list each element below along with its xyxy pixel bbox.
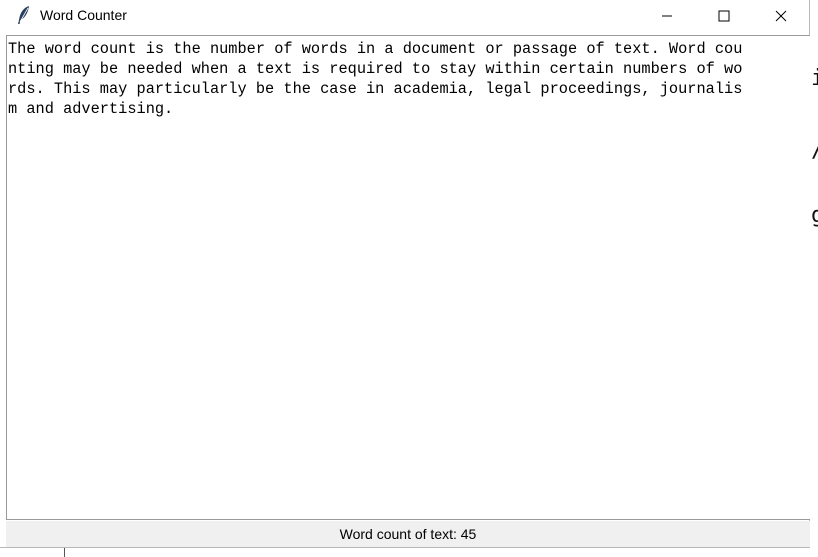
window-title: Word Counter	[40, 7, 127, 23]
close-button[interactable]	[758, 0, 804, 31]
maximize-icon	[718, 10, 730, 21]
text-line: rds. This may particularly be the case i…	[8, 80, 743, 98]
feather-icon	[16, 5, 32, 25]
background-glyph: g	[811, 203, 818, 228]
background-glyph: /	[811, 140, 818, 162]
text-line: m and advertising.	[8, 100, 174, 118]
minimize-icon	[662, 15, 672, 16]
maximize-button[interactable]	[701, 0, 747, 31]
word-count-label: Word count of text: 45	[339, 526, 477, 542]
word-counter-window: Word Counter The word count is the numbe…	[0, 0, 810, 548]
background-divider	[64, 548, 65, 557]
title-bar[interactable]: Word Counter	[0, 0, 809, 31]
background-window-edge: i / g	[810, 0, 818, 557]
status-bar: Word count of text: 45	[6, 521, 810, 547]
text-input-area[interactable]: The word count is the number of words in…	[6, 35, 810, 520]
close-icon	[775, 10, 787, 21]
background-glyph: i	[811, 66, 818, 91]
text-line: nting may be needed when a text is requi…	[8, 60, 743, 78]
minimize-button[interactable]	[644, 0, 690, 31]
text-line: The word count is the number of words in…	[8, 40, 743, 58]
